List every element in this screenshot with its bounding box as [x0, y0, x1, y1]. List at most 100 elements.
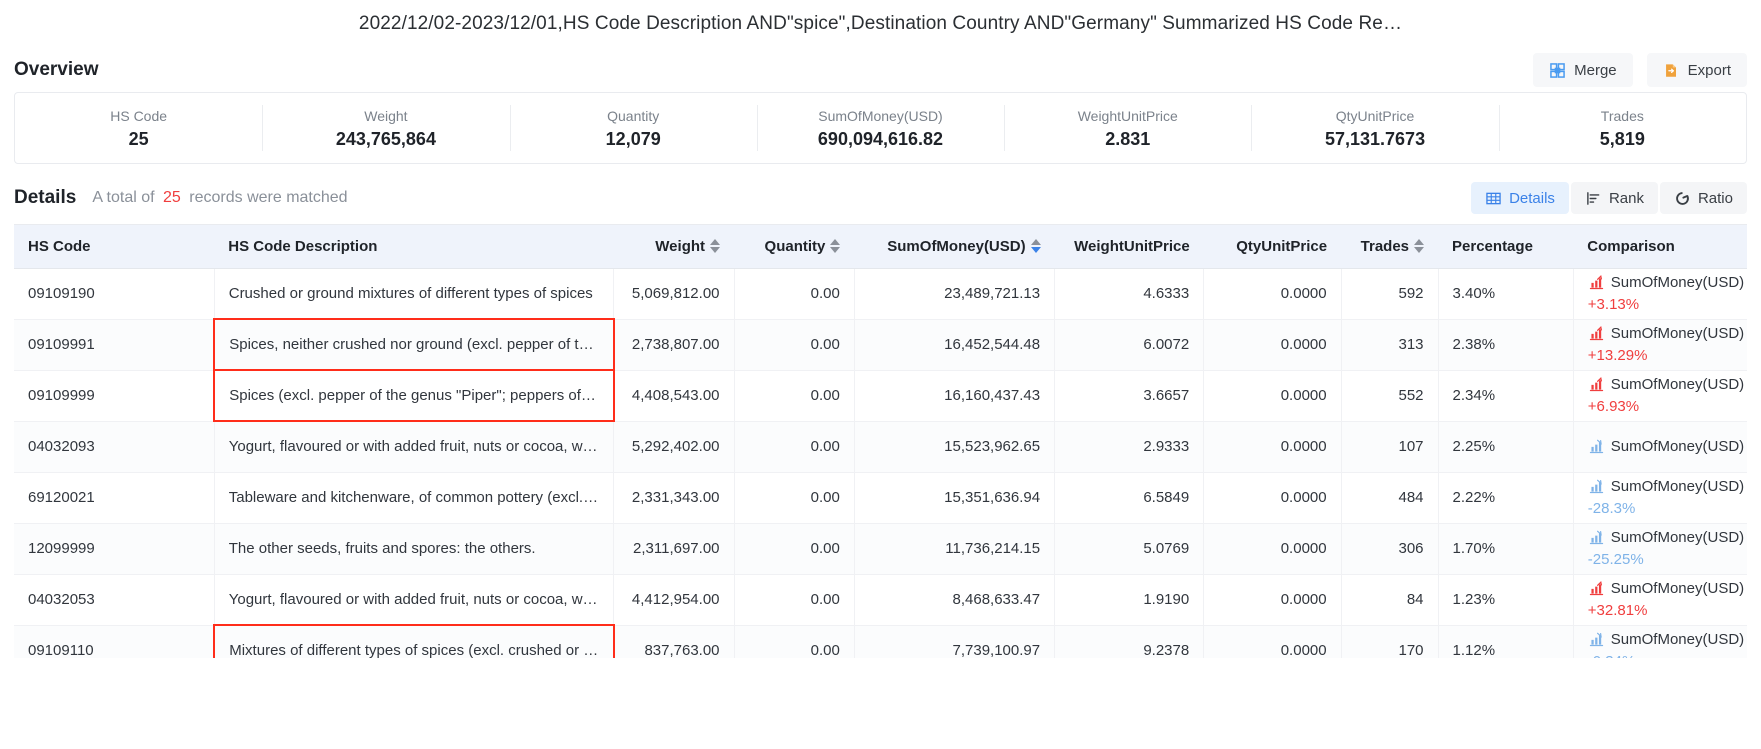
comparison-change-value: +13.29%	[1588, 347, 1648, 364]
comparison-change-value: +3.13%	[1588, 296, 1639, 313]
merge-icon	[1549, 63, 1566, 78]
cell-sum-of-money: 16,160,437.43	[854, 370, 1054, 421]
trend-down-icon	[1588, 479, 1605, 494]
cell-comparison: SumOfMoney(USD)-0.	[1573, 421, 1747, 472]
cell-hs-code-description: Spices (excl. pepper of the genus "Piper…	[214, 370, 613, 421]
view-tab-ratio[interactable]: Ratio	[1660, 182, 1747, 214]
cell-hs-code: 04032093	[14, 421, 214, 472]
export-button[interactable]: Export	[1647, 53, 1747, 87]
summary-prefix: A total of	[92, 189, 154, 206]
trend-up-icon	[1588, 275, 1605, 290]
details-table-body: 09109190Crushed or ground mixtures of di…	[14, 268, 1747, 658]
cell-hs-code-description: Yogurt, flavoured or with added fruit, n…	[214, 574, 613, 625]
column-header[interactable]: SumOfMoney(USD)	[854, 225, 1054, 268]
cell-weight: 2,331,343.00	[614, 472, 734, 523]
cell-qty-unit-price: 0.0000	[1204, 472, 1341, 523]
stat-item: WeightUnitPrice2.831	[1004, 93, 1251, 163]
stat-item: SumOfMoney(USD)690,094,616.82	[757, 93, 1004, 163]
cell-percentage: 2.38%	[1438, 319, 1573, 370]
cell-hs-code: 09109999	[14, 370, 214, 421]
table-row[interactable]: 04032093Yogurt, flavoured or with added …	[14, 421, 1747, 472]
cell-trades: 592	[1341, 268, 1438, 319]
cell-percentage: 1.12%	[1438, 625, 1573, 658]
sort-toggle-icon[interactable]	[830, 239, 840, 253]
cell-sum-of-money: 15,523,962.65	[854, 421, 1054, 472]
cell-weight: 2,738,807.00	[614, 319, 734, 370]
app-root: 2022/12/02-2023/12/01,HS Code Descriptio…	[0, 0, 1761, 749]
sort-toggle-icon[interactable]	[1031, 239, 1041, 253]
cell-weight-unit-price: 1.9190	[1055, 574, 1204, 625]
cell-percentage: 2.34%	[1438, 370, 1573, 421]
column-header-label: WeightUnitPrice	[1074, 238, 1190, 255]
merge-button[interactable]: Merge	[1533, 53, 1633, 87]
cell-hs-code-description: Yogurt, flavoured or with added fruit, n…	[214, 421, 613, 472]
column-header-label: Quantity	[765, 238, 826, 255]
table-row[interactable]: 69120021Tableware and kitchenware, of co…	[14, 472, 1747, 523]
trend-down-icon	[1588, 439, 1605, 454]
cell-weight-unit-price: 6.0072	[1055, 319, 1204, 370]
cell-hs-code: 09109190	[14, 268, 214, 319]
stat-label: Weight	[364, 109, 407, 123]
summary-count: 25	[163, 189, 181, 206]
sort-toggle-icon[interactable]	[710, 239, 720, 253]
cell-trades: 313	[1341, 319, 1438, 370]
column-header-label: QtyUnitPrice	[1236, 238, 1327, 255]
column-header[interactable]: Trades	[1341, 225, 1438, 268]
cell-weight-unit-price: 2.9333	[1055, 421, 1204, 472]
description-text: Tableware and kitchenware, of common pot…	[229, 489, 599, 506]
trend-down-icon	[1588, 530, 1605, 545]
cell-qty-unit-price: 0.0000	[1204, 625, 1341, 658]
details-table-head: HS CodeHS Code DescriptionWeightQuantity…	[14, 225, 1747, 268]
cell-weight: 837,763.00	[614, 625, 734, 658]
table-row[interactable]: 09109999Spices (excl. pepper of the genu…	[14, 370, 1747, 421]
overview-stats-card: HS Code25Weight243,765,864Quantity12,079…	[14, 92, 1747, 164]
cell-weight: 5,292,402.00	[614, 421, 734, 472]
stat-value: 2.831	[1105, 130, 1150, 148]
column-header: Percentage	[1438, 225, 1573, 268]
cell-quantity: 0.00	[734, 370, 854, 421]
view-tab-rank[interactable]: Rank	[1571, 182, 1658, 214]
cell-hs-code-description: Spices, neither crushed nor ground (excl…	[214, 319, 613, 370]
comparison-metric-label: SumOfMoney(USD)	[1611, 578, 1744, 600]
cell-quantity: 0.00	[734, 268, 854, 319]
cell-weight-unit-price: 3.6657	[1055, 370, 1204, 421]
view-mode-segmented-control: Details Rank Ratio	[1471, 182, 1747, 214]
table-row[interactable]: 04032053Yogurt, flavoured or with added …	[14, 574, 1747, 625]
stat-item: Trades5,819	[1499, 93, 1746, 163]
comparison-change-value: -0.34%	[1588, 653, 1636, 659]
cell-sum-of-money: 7,739,100.97	[854, 625, 1054, 658]
sort-toggle-icon[interactable]	[1414, 239, 1424, 253]
table-row[interactable]: 09109991Spices, neither crushed nor grou…	[14, 319, 1747, 370]
column-header[interactable]: Weight	[614, 225, 734, 268]
stat-item: Quantity12,079	[510, 93, 757, 163]
pie-icon	[1674, 191, 1691, 206]
cell-qty-unit-price: 0.0000	[1204, 370, 1341, 421]
stat-value: 57,131.7673	[1325, 130, 1425, 148]
cell-hs-code: 09109110	[14, 625, 214, 658]
cell-comparison: SumOfMoney(USD) +3.13%	[1573, 268, 1747, 319]
cell-weight: 5,069,812.00	[614, 268, 734, 319]
cell-hs-code: 09109991	[14, 319, 214, 370]
comparison-change-value: -25.25%	[1588, 551, 1644, 568]
cell-qty-unit-price: 0.0000	[1204, 523, 1341, 574]
cell-quantity: 0.00	[734, 574, 854, 625]
description-text: Yogurt, flavoured or with added fruit, n…	[229, 591, 599, 608]
comparison-metric-label: SumOfMoney(USD)	[1611, 527, 1744, 549]
column-header: WeightUnitPrice	[1055, 225, 1204, 268]
table-row[interactable]: 09109110Mixtures of different types of s…	[14, 625, 1747, 658]
cell-quantity: 0.00	[734, 472, 854, 523]
cell-hs-code-description: Tableware and kitchenware, of common pot…	[214, 472, 613, 523]
column-header-label: SumOfMoney(USD)	[887, 238, 1025, 255]
cell-percentage: 3.40%	[1438, 268, 1573, 319]
stat-value: 5,819	[1600, 130, 1645, 148]
comparison-metric-label: SumOfMoney(USD)	[1611, 272, 1744, 294]
comparison-metric-label: SumOfMoney(USD)	[1611, 374, 1744, 396]
cell-percentage: 2.22%	[1438, 472, 1573, 523]
column-header-label: Weight	[655, 238, 705, 255]
table-row[interactable]: 12099999The other seeds, fruits and spor…	[14, 523, 1747, 574]
view-tab-label: Rank	[1609, 190, 1644, 207]
table-row[interactable]: 09109190Crushed or ground mixtures of di…	[14, 268, 1747, 319]
stat-item: HS Code25	[15, 93, 262, 163]
column-header[interactable]: Quantity	[734, 225, 854, 268]
view-tab-details[interactable]: Details	[1471, 182, 1569, 214]
